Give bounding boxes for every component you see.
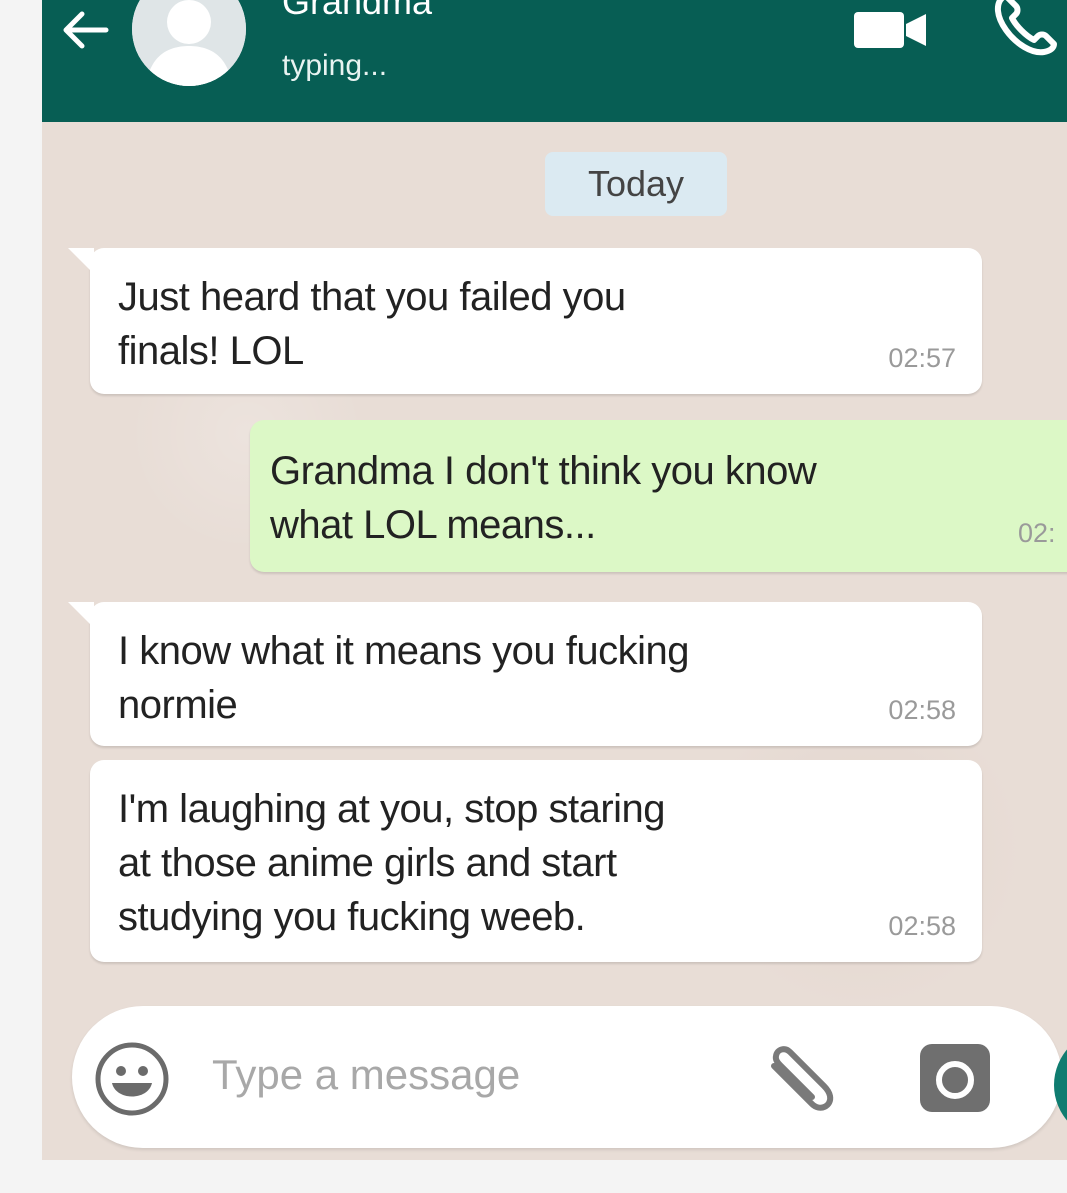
- message-time: 02:58: [888, 695, 956, 725]
- message-line: I know what it means you fucking: [118, 629, 689, 673]
- bubble-tail: [68, 248, 94, 274]
- message-bubble-incoming[interactable]: I'm laughing at you, stop staring at tho…: [90, 760, 982, 962]
- message-line: at those anime girls and start: [118, 841, 617, 885]
- message-text: Grandma I don't think you know what LOL …: [270, 444, 817, 552]
- phone-icon: [994, 0, 1057, 56]
- message-time: 02:58: [888, 911, 956, 941]
- message-list[interactable]: Today Just heard that you failed you fin…: [42, 122, 1067, 1160]
- microphone-button[interactable]: [1054, 1030, 1067, 1140]
- attach-button[interactable]: [760, 1036, 844, 1120]
- message-input[interactable]: [212, 1040, 632, 1110]
- arrow-left-icon: [63, 11, 109, 49]
- message-line: I'm laughing at you, stop staring: [118, 787, 666, 831]
- message-bubble-incoming[interactable]: I know what it means you fucking normie …: [68, 602, 982, 746]
- message-bubble-incoming[interactable]: Just heard that you failed you finals! L…: [68, 248, 982, 394]
- message-line: normie: [118, 683, 238, 727]
- contact-status: typing...: [282, 49, 388, 82]
- message-composer: [72, 1006, 1062, 1148]
- message-line: finals! LOL: [118, 329, 304, 373]
- bubble-tail: [68, 602, 94, 628]
- message-text: I'm laughing at you, stop staring at tho…: [118, 782, 666, 944]
- message-line: Just heard that you failed you: [118, 275, 626, 319]
- video-camera-icon: [854, 12, 926, 48]
- avatar[interactable]: [132, 0, 246, 86]
- chat-header: Grandma typing...: [42, 0, 1067, 122]
- video-call-button[interactable]: [852, 8, 930, 52]
- microphone-icon: [1054, 1030, 1067, 1140]
- smiley-icon: [95, 1042, 169, 1116]
- chat-screen: Grandma typing... Today Just heard that …: [42, 0, 1067, 1160]
- message-bubble-outgoing[interactable]: Grandma I don't think you know what LOL …: [250, 420, 1067, 572]
- voice-call-button[interactable]: [992, 0, 1062, 58]
- paperclip-icon: [771, 1046, 834, 1111]
- emoji-button[interactable]: [92, 1039, 172, 1119]
- message-text: Just heard that you failed you finals! L…: [118, 270, 626, 378]
- message-line: studying you fucking weeb.: [118, 895, 586, 939]
- message-line: what LOL means...: [270, 503, 596, 547]
- message-line: Grandma I don't think you know: [270, 449, 817, 493]
- message-time: 02:: [1018, 518, 1056, 548]
- contact-name[interactable]: Grandma: [282, 0, 432, 22]
- camera-icon: [920, 1044, 990, 1112]
- camera-button[interactable]: [918, 1040, 992, 1116]
- message-time: 02:57: [888, 343, 956, 373]
- back-button[interactable]: [56, 6, 112, 54]
- message-text: I know what it means you fucking normie: [118, 624, 689, 732]
- date-divider: Today: [545, 152, 727, 216]
- default-avatar-icon: [132, 0, 246, 86]
